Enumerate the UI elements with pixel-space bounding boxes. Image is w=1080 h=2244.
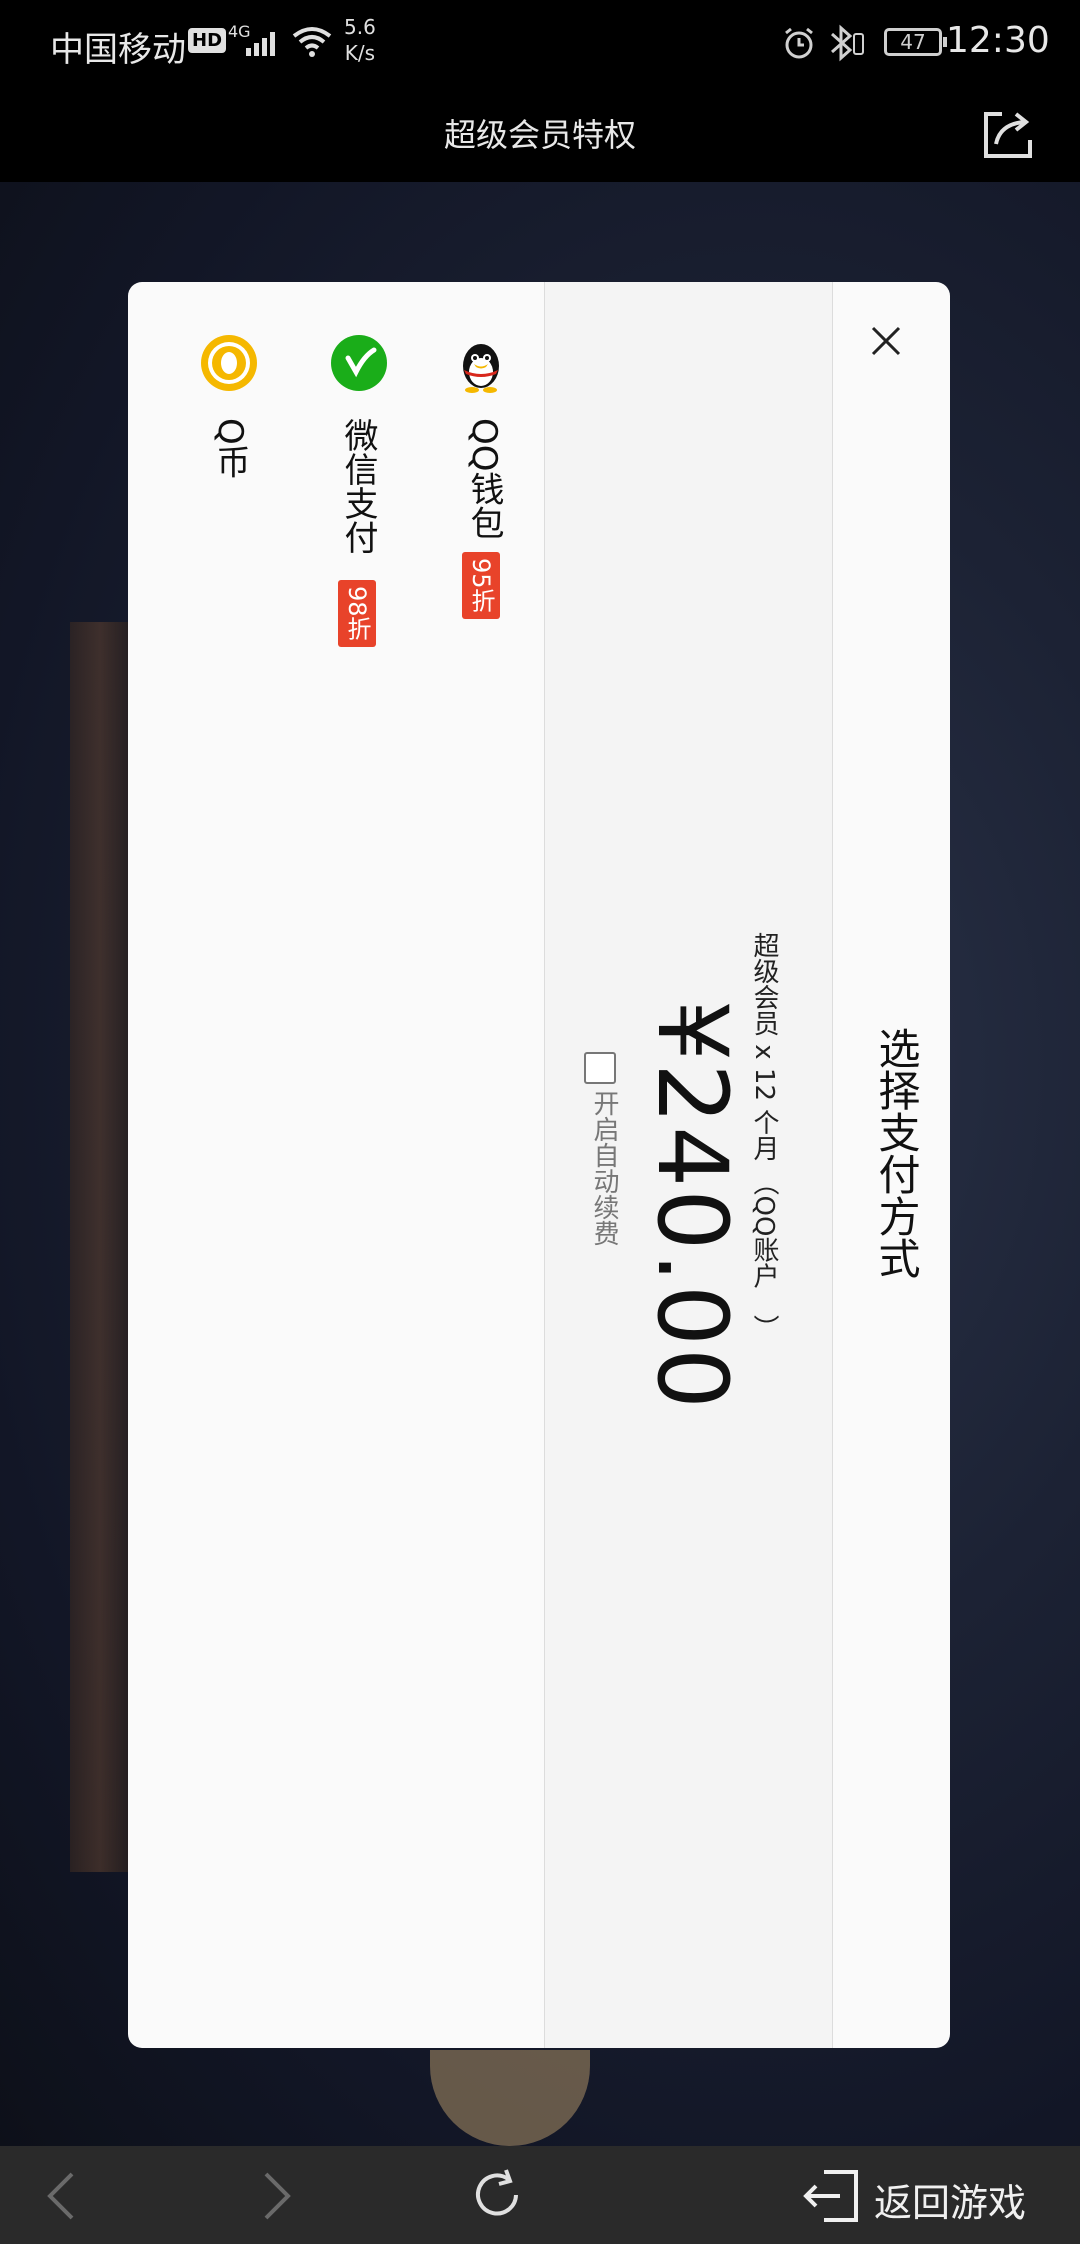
signal-icon — [246, 28, 280, 56]
bluetooth-icon — [831, 24, 864, 62]
alarm-icon — [785, 27, 813, 59]
q-coin-icon — [201, 335, 257, 391]
qq-penguin-icon — [463, 344, 499, 393]
background-scroll-art — [70, 622, 130, 1872]
hd-badge: HD — [188, 28, 227, 53]
exit-icon — [803, 2170, 858, 2222]
wechat-pay-icon — [331, 335, 387, 391]
auto-renew-label[interactable]: 开启自动续费 — [586, 1090, 623, 1246]
product-description: 超级会员 x 12 个月 （QQ账户 ） — [749, 932, 779, 1341]
share-icon[interactable] — [980, 106, 1036, 162]
page-title: 超级会员特权 — [443, 116, 636, 154]
auto-renew-checkbox[interactable] — [584, 1052, 616, 1084]
status-bar: 中国移动 HD 4G 5.6 K/s 47 12:30 — [0, 0, 1080, 86]
back-arrow-icon[interactable] — [40, 2168, 80, 2224]
discount-badge-wechat-pay: 98折 — [338, 580, 376, 647]
network-speed: 5.6 K/s — [344, 14, 376, 66]
return-to-game-label: 返回游戏 — [874, 2181, 1027, 2225]
clock: 12:30 — [946, 20, 1050, 61]
payment-label-qq-wallet: QQ钱包 — [464, 418, 504, 540]
payment-label-wechat-pay: 微信支付 — [338, 418, 378, 554]
payment-sheet: 选择支付方式 超级会员 x 12 个月 （QQ账户 ） ¥240.00 开启自动… — [128, 282, 950, 2048]
forward-arrow-icon[interactable] — [258, 2168, 298, 2224]
sheet-title: 选择支付方式 — [872, 1027, 921, 1279]
discount-badge-qq-wallet: 95折 — [462, 552, 500, 619]
refresh-icon[interactable] — [466, 2164, 528, 2226]
bottom-navigation: 返回游戏 — [0, 2146, 1080, 2244]
wifi-icon — [292, 27, 332, 57]
price: ¥240.00 — [636, 1000, 748, 1411]
battery-indicator: 47 — [884, 28, 947, 56]
carrier-name: 中国移动 — [50, 30, 186, 70]
title-bar: 超级会员特权 — [0, 86, 1080, 182]
speed-value: 5.6 — [344, 15, 376, 39]
payment-label-q-coin: Q币 — [210, 418, 250, 479]
speed-unit: K/s — [344, 41, 376, 65]
close-icon[interactable] — [861, 316, 911, 366]
